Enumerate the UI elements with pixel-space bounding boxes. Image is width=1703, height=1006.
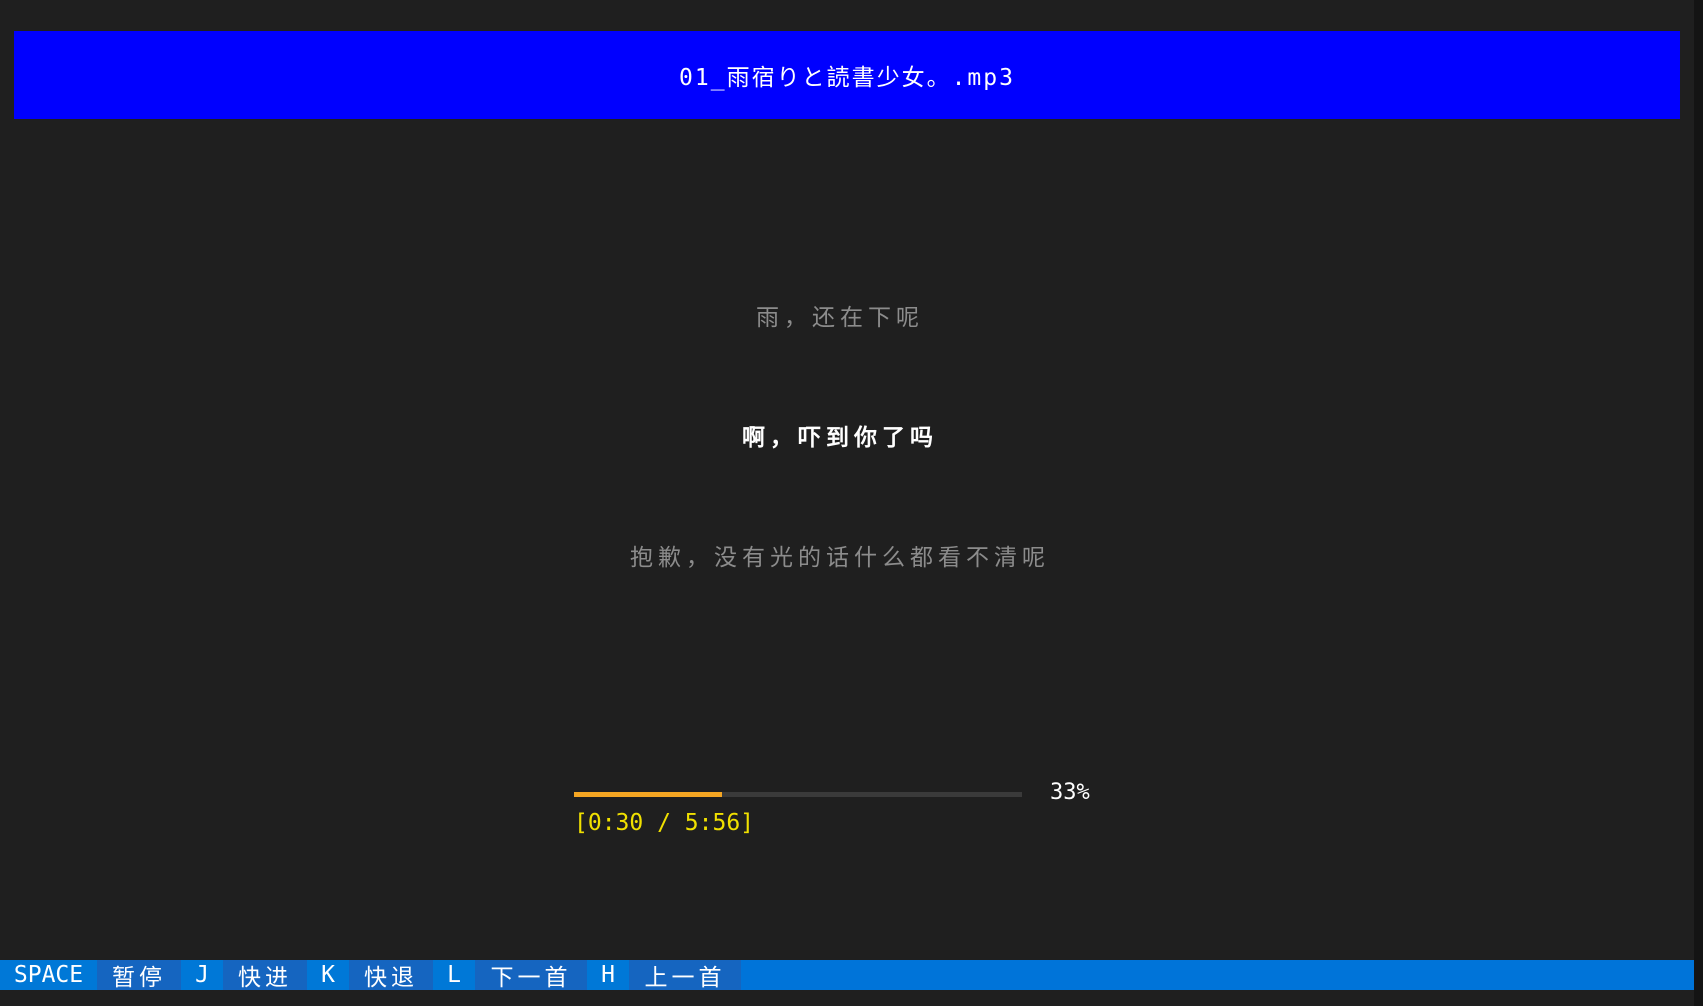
hotkey-next-track-action[interactable]: 下一首 xyxy=(475,960,587,991)
now-playing-bar: 01_雨宿りと読書少女。.mp3 xyxy=(14,31,1680,119)
hotkey-l-key[interactable]: L xyxy=(433,960,475,990)
hotkey-previous-track-action[interactable]: 上一首 xyxy=(629,960,741,991)
track-title: 01_雨宿りと読書少女。.mp3 xyxy=(679,65,1015,91)
hotkey-space-key[interactable]: SPACE xyxy=(0,960,97,990)
progress-bar[interactable] xyxy=(574,792,1022,797)
hotkey-h-key[interactable]: H xyxy=(587,960,629,990)
hotkey-j-key[interactable]: J xyxy=(181,960,223,990)
lyric-current-line: 啊，吓到你了吗 xyxy=(742,425,938,451)
playback-time: [0:30 / 5:56] xyxy=(574,810,755,836)
hotkey-fast-forward-action[interactable]: 快进 xyxy=(223,960,307,991)
lyric-previous-line: 雨，还在下呢 xyxy=(756,305,924,331)
hotkey-k-key[interactable]: K xyxy=(307,960,349,990)
lyric-next-line: 抱歉，没有光的话什么都看不清呢 xyxy=(630,545,1050,571)
hotkey-rewind-action[interactable]: 快退 xyxy=(349,960,433,991)
terminal-window: 01_雨宿りと読書少女。.mp3 雨，还在下呢 啊，吓到你了吗 抱歉，没有光的话… xyxy=(0,0,1694,1006)
hotkey-pause-action[interactable]: 暂停 xyxy=(97,960,181,991)
hotkey-bar: SPACE 暂停 J 快进 K 快退 L 下一首 H 上一首 xyxy=(0,960,1694,991)
window-edge xyxy=(1694,0,1703,1006)
progress-percent: 33% xyxy=(1050,780,1090,805)
progress-bar-fill xyxy=(574,792,722,797)
terminal-bottom-edge xyxy=(0,990,1694,1006)
